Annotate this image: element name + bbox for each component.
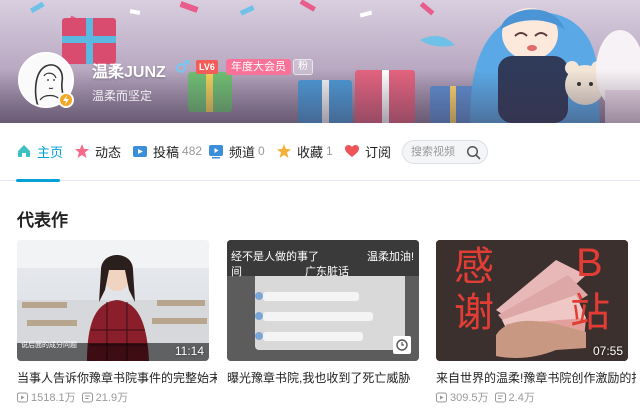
tab-favorites-count: 1	[326, 144, 333, 158]
play-count-icon	[17, 392, 28, 402]
tab-channel-label: 频道	[229, 144, 256, 160]
video-card[interactable]: 感 谢 B 站 07:55 来自世界的温柔!豫章书院创作激励的捐 309.5万 …	[436, 240, 636, 404]
thumbnail-overlay-text: 谢	[454, 291, 494, 335]
dynamic-icon	[75, 144, 89, 158]
tab-channel[interactable]: 频道 0	[208, 141, 265, 161]
tab-dynamic-label: 动态	[95, 144, 122, 160]
video-title[interactable]: 来自世界的温柔!豫章书院创作激励的捐	[436, 369, 636, 386]
profile-banner: 温柔JUNZ LV6 年度大会员 粉 温柔而坚定	[0, 0, 640, 123]
video-title[interactable]: 当事人告诉你豫章书院事件的完整始末!	[17, 369, 217, 386]
video-thumbnail[interactable]: 说后面的成分问题 11:14	[17, 240, 209, 361]
video-card[interactable]: 经不是人做的事了 间 温柔加油! 广东脏话 曝光豫章书院,我也收到了死亡威胁	[227, 240, 419, 385]
tab-subscriptions-label: 订阅	[365, 144, 392, 160]
section-title: 代表作	[17, 211, 68, 230]
male-gender-icon	[176, 60, 189, 73]
video-card[interactable]: 说后面的成分问题 11:14 当事人告诉你豫章书院事件的完整始末! 1518.1…	[17, 240, 217, 404]
profile-nav: 主页 动态 投稿 482 频道 0 收藏 1 订阅	[0, 123, 640, 182]
vip-badge[interactable]: 年度大会员	[226, 59, 291, 75]
tab-home[interactable]: 主页	[16, 141, 63, 161]
search-icon[interactable]	[466, 145, 481, 160]
upload-icon	[133, 146, 147, 157]
danmaku-count-icon	[81, 392, 93, 402]
tab-favorites[interactable]: 收藏 1	[276, 141, 333, 161]
heart-icon	[345, 145, 359, 157]
thumbnail-overlay-text: 温柔加油!	[367, 251, 415, 263]
thumbnail-overlay-text: 说后面的成分问题	[21, 342, 77, 349]
video-danmaku: 21.9万	[95, 392, 129, 404]
user-signature: 温柔而坚定	[92, 89, 153, 103]
channel-icon	[209, 145, 223, 159]
video-stats: 1518.1万 21.9万	[17, 389, 128, 405]
thumbnail-overlay-text: 间	[231, 266, 242, 278]
tab-subscriptions[interactable]: 订阅	[344, 141, 391, 161]
home-icon	[18, 145, 30, 157]
fan-badge[interactable]: 粉	[293, 59, 313, 75]
search-input[interactable]	[411, 144, 467, 160]
thumbnail-overlay-text: 经不是人做的事了	[231, 251, 319, 263]
tab-uploads[interactable]: 投稿 482	[132, 141, 202, 161]
video-duration: 11:14	[174, 344, 204, 358]
video-duration: 07:55	[592, 344, 623, 358]
video-search[interactable]	[402, 140, 488, 164]
thumbnail-overlay-text: 站	[570, 291, 610, 335]
thumbnail-overlay-text: B	[576, 241, 603, 285]
video-thumbnail[interactable]: 感 谢 B 站 07:55	[436, 240, 628, 361]
star-icon	[277, 144, 291, 158]
level-badge: LV6	[196, 60, 218, 74]
username: 温柔JUNZ	[92, 64, 166, 81]
tab-dynamic[interactable]: 动态	[74, 141, 121, 161]
verified-lightning-icon	[58, 92, 74, 108]
tab-channel-count: 0	[258, 144, 265, 158]
thumbnail-overlay-text: 广东脏话	[305, 266, 349, 278]
tab-home-label: 主页	[37, 144, 64, 160]
thumbnail-overlay-text: 感	[454, 245, 494, 289]
tab-uploads-count: 482	[182, 144, 203, 158]
play-count-icon	[436, 392, 447, 402]
video-thumbnail[interactable]: 经不是人做的事了 间 温柔加油! 广东脏话	[227, 240, 419, 361]
tab-uploads-label: 投稿	[153, 144, 180, 160]
active-tab-indicator	[16, 179, 60, 182]
video-title[interactable]: 曝光豫章书院,我也收到了死亡威胁	[227, 369, 427, 386]
video-danmaku: 2.4万	[508, 392, 535, 404]
tab-favorites-label: 收藏	[297, 144, 324, 160]
video-views: 1518.1万	[31, 392, 76, 404]
video-stats: 309.5万 2.4万	[436, 389, 535, 405]
danmaku-count-icon	[494, 392, 506, 402]
video-views: 309.5万	[450, 392, 489, 404]
